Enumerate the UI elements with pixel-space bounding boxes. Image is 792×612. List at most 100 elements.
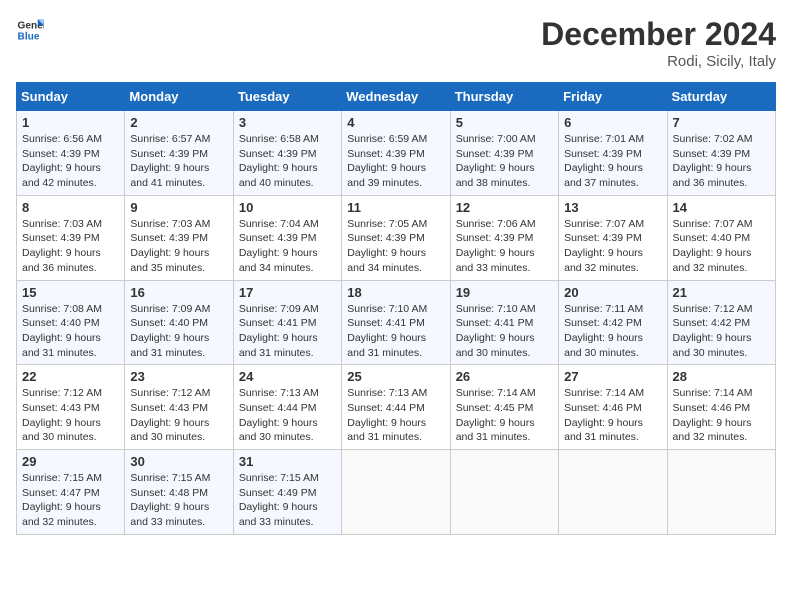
day-number: 10: [239, 200, 336, 215]
day-detail: Sunrise: 7:00 AM Sunset: 4:39 PM Dayligh…: [456, 132, 553, 191]
day-number: 30: [130, 454, 227, 469]
day-number: 31: [239, 454, 336, 469]
day-number: 15: [22, 285, 119, 300]
day-number: 19: [456, 285, 553, 300]
calendar-day-cell: 26 Sunrise: 7:14 AM Sunset: 4:45 PM Dayl…: [450, 365, 558, 450]
day-detail: Sunrise: 7:13 AM Sunset: 4:44 PM Dayligh…: [239, 386, 336, 445]
calendar-day-cell: 10 Sunrise: 7:04 AM Sunset: 4:39 PM Dayl…: [233, 195, 341, 280]
calendar-day-cell: 7 Sunrise: 7:02 AM Sunset: 4:39 PM Dayli…: [667, 111, 775, 196]
calendar-body: 1 Sunrise: 6:56 AM Sunset: 4:39 PM Dayli…: [17, 111, 776, 535]
day-number: 21: [673, 285, 770, 300]
day-detail: Sunrise: 7:10 AM Sunset: 4:41 PM Dayligh…: [347, 302, 444, 361]
calendar-week-row: 1 Sunrise: 6:56 AM Sunset: 4:39 PM Dayli…: [17, 111, 776, 196]
day-number: 13: [564, 200, 661, 215]
weekday-header-row: SundayMondayTuesdayWednesdayThursdayFrid…: [17, 83, 776, 111]
day-number: 26: [456, 369, 553, 384]
day-number: 28: [673, 369, 770, 384]
day-detail: Sunrise: 7:09 AM Sunset: 4:41 PM Dayligh…: [239, 302, 336, 361]
month-year-title: December 2024: [541, 16, 776, 53]
calendar-day-cell: [667, 450, 775, 535]
day-number: 4: [347, 115, 444, 130]
day-detail: Sunrise: 7:12 AM Sunset: 4:42 PM Dayligh…: [673, 302, 770, 361]
day-number: 2: [130, 115, 227, 130]
day-number: 1: [22, 115, 119, 130]
day-detail: Sunrise: 6:58 AM Sunset: 4:39 PM Dayligh…: [239, 132, 336, 191]
day-detail: Sunrise: 7:15 AM Sunset: 4:47 PM Dayligh…: [22, 471, 119, 530]
calendar-day-cell: 24 Sunrise: 7:13 AM Sunset: 4:44 PM Dayl…: [233, 365, 341, 450]
calendar-week-row: 8 Sunrise: 7:03 AM Sunset: 4:39 PM Dayli…: [17, 195, 776, 280]
calendar-day-cell: 14 Sunrise: 7:07 AM Sunset: 4:40 PM Dayl…: [667, 195, 775, 280]
day-detail: Sunrise: 7:07 AM Sunset: 4:40 PM Dayligh…: [673, 217, 770, 276]
calendar-day-cell: 13 Sunrise: 7:07 AM Sunset: 4:39 PM Dayl…: [559, 195, 667, 280]
calendar-day-cell: 1 Sunrise: 6:56 AM Sunset: 4:39 PM Dayli…: [17, 111, 125, 196]
day-number: 29: [22, 454, 119, 469]
calendar-day-cell: 8 Sunrise: 7:03 AM Sunset: 4:39 PM Dayli…: [17, 195, 125, 280]
weekday-header-sunday: Sunday: [17, 83, 125, 111]
weekday-header-tuesday: Tuesday: [233, 83, 341, 111]
day-number: 17: [239, 285, 336, 300]
calendar-day-cell: 15 Sunrise: 7:08 AM Sunset: 4:40 PM Dayl…: [17, 280, 125, 365]
calendar-day-cell: 30 Sunrise: 7:15 AM Sunset: 4:48 PM Dayl…: [125, 450, 233, 535]
day-detail: Sunrise: 7:13 AM Sunset: 4:44 PM Dayligh…: [347, 386, 444, 445]
day-number: 14: [673, 200, 770, 215]
calendar-day-cell: 29 Sunrise: 7:15 AM Sunset: 4:47 PM Dayl…: [17, 450, 125, 535]
day-number: 27: [564, 369, 661, 384]
day-detail: Sunrise: 7:14 AM Sunset: 4:46 PM Dayligh…: [564, 386, 661, 445]
day-detail: Sunrise: 6:59 AM Sunset: 4:39 PM Dayligh…: [347, 132, 444, 191]
calendar-day-cell: 9 Sunrise: 7:03 AM Sunset: 4:39 PM Dayli…: [125, 195, 233, 280]
calendar-day-cell: [342, 450, 450, 535]
calendar-day-cell: [559, 450, 667, 535]
day-detail: Sunrise: 7:08 AM Sunset: 4:40 PM Dayligh…: [22, 302, 119, 361]
calendar-day-cell: 20 Sunrise: 7:11 AM Sunset: 4:42 PM Dayl…: [559, 280, 667, 365]
calendar-day-cell: 17 Sunrise: 7:09 AM Sunset: 4:41 PM Dayl…: [233, 280, 341, 365]
day-number: 25: [347, 369, 444, 384]
day-number: 5: [456, 115, 553, 130]
day-detail: Sunrise: 7:03 AM Sunset: 4:39 PM Dayligh…: [130, 217, 227, 276]
day-detail: Sunrise: 7:05 AM Sunset: 4:39 PM Dayligh…: [347, 217, 444, 276]
day-number: 16: [130, 285, 227, 300]
day-number: 12: [456, 200, 553, 215]
day-number: 22: [22, 369, 119, 384]
day-number: 3: [239, 115, 336, 130]
calendar-day-cell: 11 Sunrise: 7:05 AM Sunset: 4:39 PM Dayl…: [342, 195, 450, 280]
day-detail: Sunrise: 7:15 AM Sunset: 4:48 PM Dayligh…: [130, 471, 227, 530]
calendar-day-cell: 28 Sunrise: 7:14 AM Sunset: 4:46 PM Dayl…: [667, 365, 775, 450]
calendar-day-cell: 4 Sunrise: 6:59 AM Sunset: 4:39 PM Dayli…: [342, 111, 450, 196]
calendar-day-cell: 31 Sunrise: 7:15 AM Sunset: 4:49 PM Dayl…: [233, 450, 341, 535]
calendar-day-cell: 6 Sunrise: 7:01 AM Sunset: 4:39 PM Dayli…: [559, 111, 667, 196]
day-number: 23: [130, 369, 227, 384]
day-detail: Sunrise: 7:07 AM Sunset: 4:39 PM Dayligh…: [564, 217, 661, 276]
day-number: 6: [564, 115, 661, 130]
day-detail: Sunrise: 7:14 AM Sunset: 4:46 PM Dayligh…: [673, 386, 770, 445]
svg-text:Blue: Blue: [18, 31, 40, 42]
calendar-header: SundayMondayTuesdayWednesdayThursdayFrid…: [17, 83, 776, 111]
calendar-day-cell: [450, 450, 558, 535]
calendar-day-cell: 27 Sunrise: 7:14 AM Sunset: 4:46 PM Dayl…: [559, 365, 667, 450]
calendar-day-cell: 5 Sunrise: 7:00 AM Sunset: 4:39 PM Dayli…: [450, 111, 558, 196]
day-detail: Sunrise: 7:01 AM Sunset: 4:39 PM Dayligh…: [564, 132, 661, 191]
calendar-week-row: 29 Sunrise: 7:15 AM Sunset: 4:47 PM Dayl…: [17, 450, 776, 535]
calendar-day-cell: 25 Sunrise: 7:13 AM Sunset: 4:44 PM Dayl…: [342, 365, 450, 450]
day-detail: Sunrise: 7:09 AM Sunset: 4:40 PM Dayligh…: [130, 302, 227, 361]
logo: General Blue: [16, 16, 44, 44]
day-detail: Sunrise: 7:03 AM Sunset: 4:39 PM Dayligh…: [22, 217, 119, 276]
day-detail: Sunrise: 7:11 AM Sunset: 4:42 PM Dayligh…: [564, 302, 661, 361]
day-detail: Sunrise: 7:15 AM Sunset: 4:49 PM Dayligh…: [239, 471, 336, 530]
weekday-header-wednesday: Wednesday: [342, 83, 450, 111]
calendar-day-cell: 19 Sunrise: 7:10 AM Sunset: 4:41 PM Dayl…: [450, 280, 558, 365]
day-detail: Sunrise: 7:14 AM Sunset: 4:45 PM Dayligh…: [456, 386, 553, 445]
day-number: 7: [673, 115, 770, 130]
calendar-day-cell: 2 Sunrise: 6:57 AM Sunset: 4:39 PM Dayli…: [125, 111, 233, 196]
calendar-day-cell: 3 Sunrise: 6:58 AM Sunset: 4:39 PM Dayli…: [233, 111, 341, 196]
calendar-day-cell: 12 Sunrise: 7:06 AM Sunset: 4:39 PM Dayl…: [450, 195, 558, 280]
day-number: 9: [130, 200, 227, 215]
calendar-week-row: 15 Sunrise: 7:08 AM Sunset: 4:40 PM Dayl…: [17, 280, 776, 365]
calendar-table: SundayMondayTuesdayWednesdayThursdayFrid…: [16, 82, 776, 535]
weekday-header-monday: Monday: [125, 83, 233, 111]
page-header: General Blue December 2024 Rodi, Sicily,…: [16, 16, 776, 70]
calendar-day-cell: 18 Sunrise: 7:10 AM Sunset: 4:41 PM Dayl…: [342, 280, 450, 365]
weekday-header-friday: Friday: [559, 83, 667, 111]
logo-icon: General Blue: [16, 16, 44, 44]
day-number: 11: [347, 200, 444, 215]
calendar-day-cell: 23 Sunrise: 7:12 AM Sunset: 4:43 PM Dayl…: [125, 365, 233, 450]
